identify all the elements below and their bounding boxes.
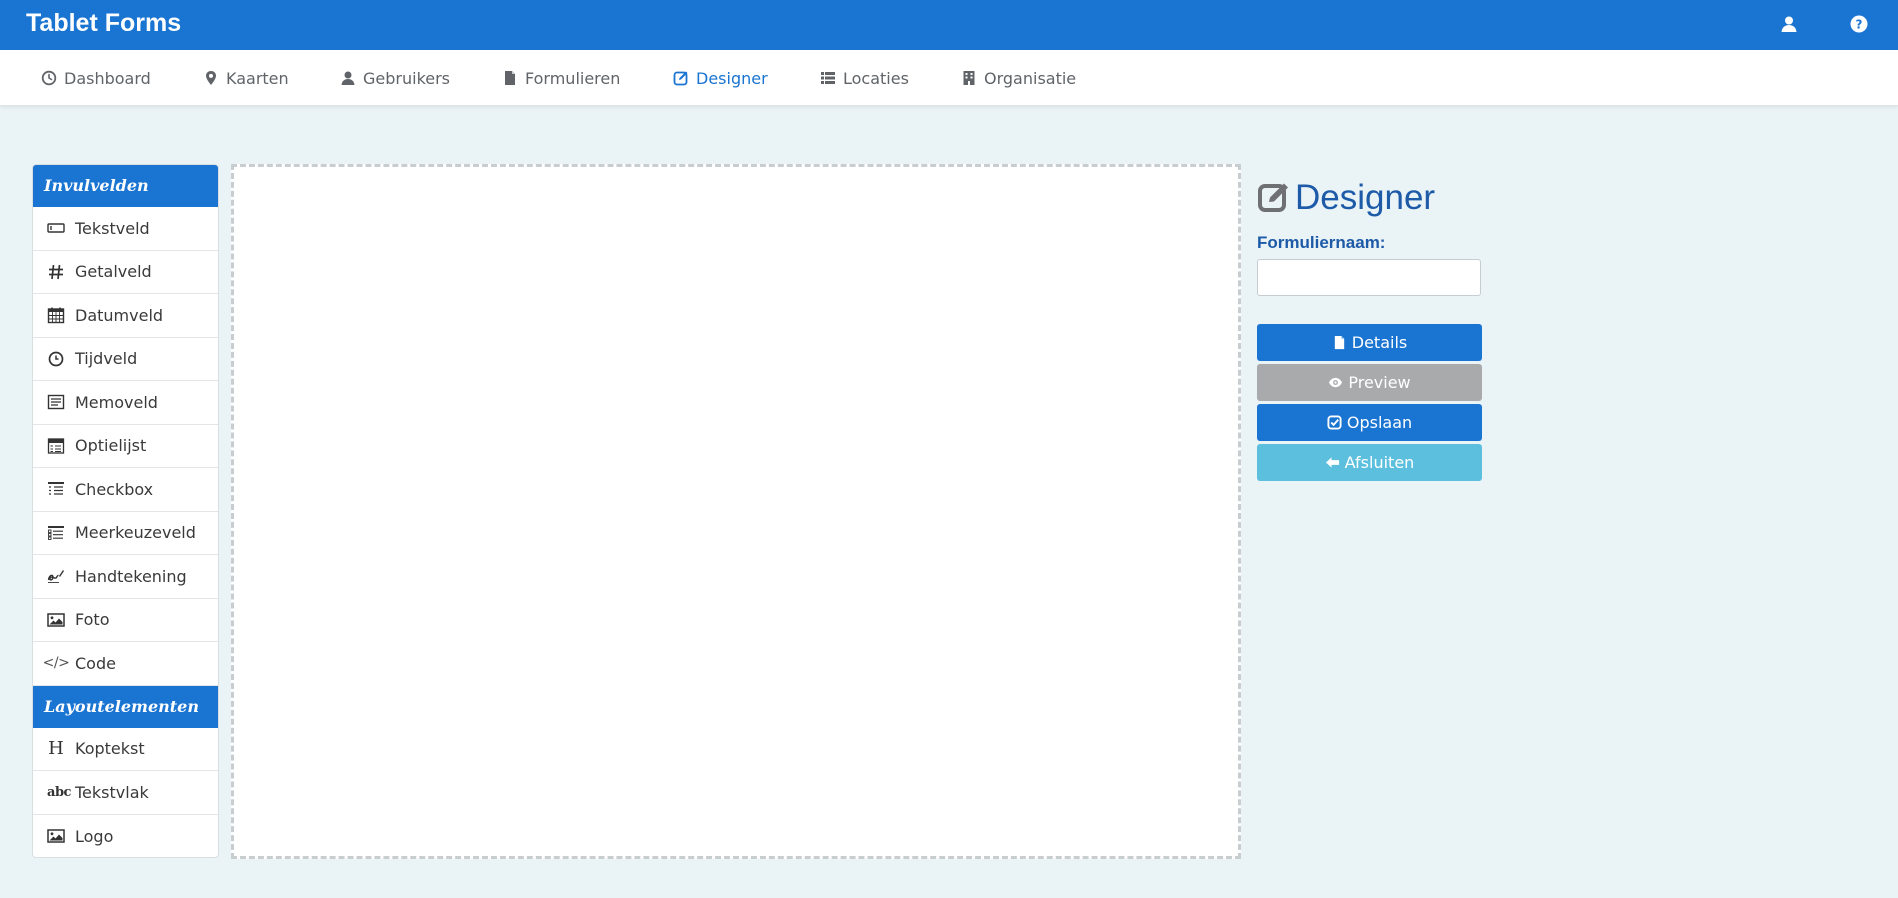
nav-locaties-label: Locaties — [843, 68, 909, 88]
palette-item-code[interactable]: </> Code — [33, 642, 218, 686]
palette-item-tijdveld[interactable]: Tijdveld — [33, 338, 218, 381]
building-icon — [963, 71, 975, 85]
palette-item-getalveld[interactable]: Getalveld — [33, 251, 218, 294]
clock-icon — [46, 349, 66, 369]
palette-item-label: Checkbox — [75, 479, 154, 499]
top-bar: Tablet Forms ? — [0, 0, 1898, 50]
nav-formulieren-label: Formulieren — [525, 68, 621, 88]
main-nav: Dashboard Kaarten Gebruikers Formulieren… — [0, 50, 1898, 106]
palette-item-meerkeuzeveld[interactable]: Meerkeuzeveld — [33, 512, 218, 555]
form-name-label: Formuliernaam: — [1257, 233, 1386, 252]
memo-icon — [46, 392, 66, 412]
user-icon[interactable] — [1779, 14, 1799, 34]
palette-item-optielijst[interactable]: Optielijst — [33, 425, 218, 468]
palette-item-tekstveld[interactable]: Tekstveld — [33, 207, 218, 251]
palette-item-label: Tijdveld — [75, 349, 138, 369]
palette-item-tekstvlak[interactable]: abc Tekstvlak — [33, 771, 218, 815]
form-name-input[interactable] — [1257, 259, 1481, 296]
text-block-icon: abc — [47, 784, 71, 800]
palette-item-label: Logo — [75, 826, 114, 846]
fields-header: Invulvelden — [33, 165, 218, 207]
nav-formulieren[interactable]: Formulieren — [502, 50, 620, 106]
preview-button[interactable]: Preview — [1257, 364, 1482, 401]
palette-item-label: Optielijst — [75, 436, 147, 456]
arrow-left-icon — [1325, 457, 1339, 468]
palette-item-logo[interactable]: Logo — [33, 815, 218, 858]
nav-locaties[interactable]: Locaties — [820, 50, 909, 106]
list-icon — [821, 72, 835, 84]
save-button[interactable]: Opslaan — [1257, 404, 1482, 441]
close-button-label: Afsluiten — [1344, 453, 1415, 472]
details-button-label: Details — [1351, 333, 1408, 352]
nav-organisatie[interactable]: Organisatie — [961, 50, 1076, 106]
nav-gebruikers[interactable]: Gebruikers — [340, 50, 450, 106]
palette-item-label: Foto — [75, 610, 110, 630]
nav-dashboard-label: Dashboard — [64, 68, 151, 88]
nav-organisatie-label: Organisatie — [984, 68, 1077, 88]
palette-item-checkbox[interactable]: Checkbox — [33, 468, 218, 512]
palette-item-label: Tekstveld — [75, 218, 150, 238]
nav-designer-label: Designer — [696, 68, 768, 88]
nav-gebruikers-label: Gebruikers — [363, 68, 451, 88]
palette-item-memoveld[interactable]: Memoveld — [33, 381, 218, 425]
details-button[interactable]: Details — [1257, 324, 1482, 361]
question-circle-icon[interactable]: ? — [1849, 14, 1869, 34]
palette-item-label: Koptekst — [75, 739, 145, 759]
palette-item-label: Code — [75, 653, 116, 673]
map-marker-icon — [206, 71, 216, 85]
design-canvas[interactable] — [231, 164, 1241, 859]
palette-item-label: Memoveld — [75, 392, 158, 412]
dashboard-icon — [41, 70, 57, 86]
check-square-icon — [1327, 415, 1342, 430]
nav-kaarten[interactable]: Kaarten — [203, 50, 289, 106]
nav-designer[interactable]: Designer — [673, 50, 768, 106]
palette-item-koptekst[interactable]: H Koptekst — [33, 728, 218, 771]
signature-icon — [46, 566, 66, 586]
palette-item-foto[interactable]: Foto — [33, 599, 218, 642]
edit-icon — [1258, 183, 1288, 212]
multi-choice-icon — [46, 523, 66, 543]
file-icon — [505, 71, 515, 85]
page-title-text: Designer — [1295, 178, 1436, 217]
app-title[interactable]: Tablet Forms — [26, 0, 181, 46]
save-button-label: Opslaan — [1346, 413, 1413, 432]
checkbox-list-icon — [46, 479, 66, 499]
layout-header: Layoutelementen — [33, 685, 218, 728]
close-button[interactable]: Afsluiten — [1257, 444, 1482, 481]
element-palette: Invulvelden Tekstveld Getalveld Datumvel… — [32, 164, 219, 858]
nav-kaarten-label: Kaarten — [226, 68, 289, 88]
palette-item-label: Meerkeuzeveld — [75, 523, 196, 543]
code-icon: </> — [42, 655, 70, 672]
palette-item-label: Datumveld — [75, 305, 164, 325]
image-icon — [46, 610, 66, 630]
edit-icon — [673, 71, 688, 86]
designer-panel: Designer Formuliernaam: Details Preview … — [1257, 175, 1482, 481]
preview-button-label: Preview — [1348, 373, 1411, 392]
page-title: Designer — [1257, 175, 1482, 221]
user-icon — [341, 71, 355, 85]
palette-item-label: Tekstvlak — [75, 782, 149, 802]
hash-icon — [46, 262, 66, 282]
eye-icon — [1329, 377, 1343, 388]
calendar-icon — [46, 305, 66, 325]
palette-item-datumveld[interactable]: Datumveld — [33, 294, 218, 338]
palette-item-handtekening[interactable]: Handtekening — [33, 555, 218, 599]
palette-item-label: Getalveld — [75, 262, 152, 282]
heading-icon: H — [48, 738, 64, 760]
textfield-icon — [46, 218, 66, 238]
palette-item-label: Handtekening — [75, 566, 187, 586]
svg-text:?: ? — [1856, 18, 1863, 32]
option-list-icon — [46, 436, 66, 456]
file-icon — [1334, 335, 1344, 350]
image-icon — [46, 826, 66, 846]
nav-dashboard[interactable]: Dashboard — [41, 50, 151, 106]
